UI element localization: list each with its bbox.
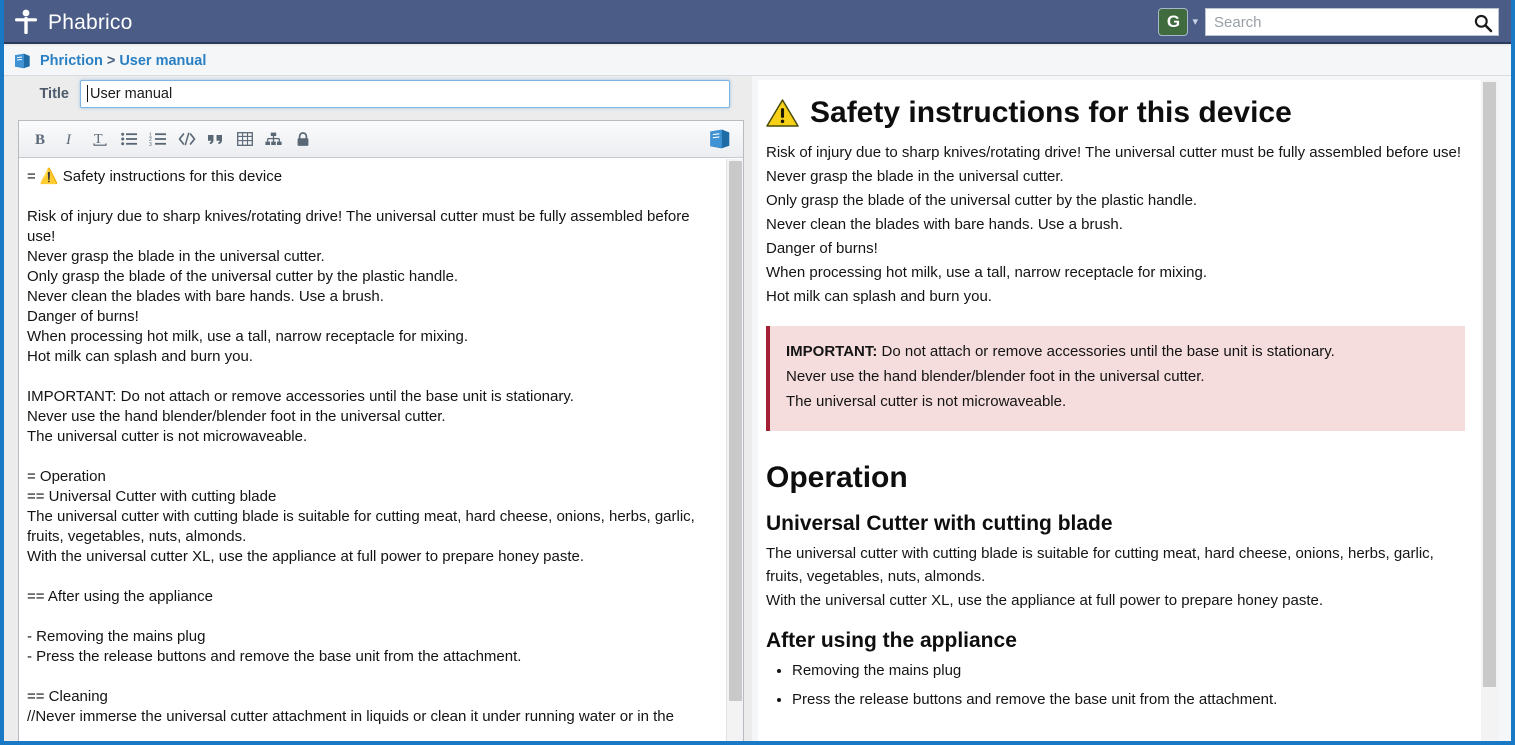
preview-paragraph: With the universal cutter XL, use the ap… xyxy=(766,592,1323,610)
title-field-wrap xyxy=(80,80,730,108)
preview-heading-after-using: After using the appliance xyxy=(766,629,1017,653)
wiki-editor: B I T 1 2 3 = ⚠️ Safety instructions for… xyxy=(18,120,744,741)
important-callout: IMPORTANT: Do not attach or remove acces… xyxy=(766,325,1465,431)
brand-title: Phabrico xyxy=(48,10,133,34)
sitemap-icon[interactable] xyxy=(259,126,288,153)
person-logo-icon xyxy=(15,9,37,34)
top-navigation-bar: Phabrico G ▾ xyxy=(4,0,1511,44)
important-line: The universal cutter is not microwaveabl… xyxy=(786,392,1067,410)
search-icon[interactable] xyxy=(1473,13,1493,33)
preview-paragraph: Danger of burns! xyxy=(766,239,878,257)
italic-icon[interactable]: I xyxy=(56,126,85,153)
preview-pane: Safety instructions for this device Risk… xyxy=(752,76,1511,741)
list-item: Press the release buttons and remove the… xyxy=(792,688,1465,711)
editor-pane: Title B I T xyxy=(8,76,748,741)
numbered-list-icon[interactable]: 1 2 3 xyxy=(143,126,172,153)
chevron-down-icon[interactable]: ▾ xyxy=(1192,16,1198,28)
preview-heading-cleaning: Cleaning xyxy=(766,737,1465,741)
editor-textarea[interactable]: = ⚠️ Safety instructions for this device… xyxy=(19,159,725,735)
bold-icon[interactable]: B xyxy=(27,126,56,153)
preview-paragraph: Hot milk can splash and burn you. xyxy=(766,287,992,305)
editor-toolbar: B I T 1 2 3 xyxy=(19,121,743,158)
preview-content: Safety instructions for this device Risk… xyxy=(758,80,1481,741)
preview-scrollbar[interactable] xyxy=(1481,80,1498,741)
preview-heading-universal-cutter: Universal Cutter with cutting blade xyxy=(766,512,1113,535)
table-icon[interactable] xyxy=(230,126,259,153)
book-icon xyxy=(15,53,30,68)
title-label: Title xyxy=(39,86,69,102)
editor-textarea-viewport[interactable]: = ⚠️ Safety instructions for this device… xyxy=(19,159,743,741)
quote-icon[interactable] xyxy=(201,126,230,153)
editor-scrollbar[interactable] xyxy=(726,159,743,741)
preview-heading-operation: Operation xyxy=(766,460,908,494)
important-label: IMPORTANT: xyxy=(786,342,878,360)
warning-triangle-icon xyxy=(766,99,799,127)
preview-scrollbar-thumb[interactable] xyxy=(1483,82,1496,687)
list-item: Removing the mains plug xyxy=(792,659,1465,682)
breadcrumb-link-current[interactable]: User manual xyxy=(119,53,206,69)
code-icon[interactable] xyxy=(172,126,201,153)
svg-text:I: I xyxy=(65,132,72,147)
search-input[interactable] xyxy=(1206,9,1498,35)
preview-card: Safety instructions for this device Risk… xyxy=(758,80,1498,741)
text-cursor xyxy=(87,85,88,102)
preview-paragraph: Never grasp the blade in the universal c… xyxy=(766,167,1064,185)
brand-home-link[interactable]: Phabrico xyxy=(14,0,132,44)
breadcrumb-link-phriction[interactable]: Phriction xyxy=(40,53,103,69)
preview-paragraph: Never clean the blades with bare hands. … xyxy=(766,215,1123,233)
preview-paragraph: Risk of injury due to sharp knives/rotat… xyxy=(766,143,1462,161)
important-first-line: IMPORTANT: Do not attach or remove acces… xyxy=(786,340,1449,363)
lock-icon[interactable] xyxy=(288,126,317,153)
preview-paragraph: When processing hot milk, use a tall, na… xyxy=(766,263,1208,281)
preview-paragraph: Only grasp the blade of the universal cu… xyxy=(766,191,1198,209)
breadcrumb: Phriction > User manual xyxy=(4,46,1511,76)
nav-right-group: G ▾ xyxy=(1158,0,1499,44)
preview-heading-safety-text: Safety instructions for this device xyxy=(810,96,1292,129)
title-row: Title xyxy=(8,77,744,111)
svg-text:3: 3 xyxy=(149,142,152,146)
preview-heading-safety: Safety instructions for this device xyxy=(766,96,1465,131)
search-box[interactable] xyxy=(1205,8,1499,36)
svg-text:B: B xyxy=(35,132,45,147)
book-icon[interactable] xyxy=(709,128,731,150)
breadcrumb-separator: > xyxy=(106,52,116,69)
application-window: Phabrico G ▾ Phriction > User manual xyxy=(0,0,1515,745)
title-input[interactable] xyxy=(80,80,730,108)
bulleted-list-icon[interactable] xyxy=(114,126,143,153)
important-line: Never use the hand blender/blender foot … xyxy=(786,367,1205,385)
monospace-icon[interactable]: T xyxy=(85,126,114,153)
editor-scrollbar-thumb[interactable] xyxy=(729,161,742,701)
preview-list: Removing the mains plug Press the releas… xyxy=(766,659,1465,711)
preview-paragraph: The universal cutter with cutting blade … xyxy=(766,545,1434,586)
important-first-text: Do not attach or remove accessories unti… xyxy=(877,342,1335,360)
language-badge[interactable]: G xyxy=(1158,8,1189,36)
